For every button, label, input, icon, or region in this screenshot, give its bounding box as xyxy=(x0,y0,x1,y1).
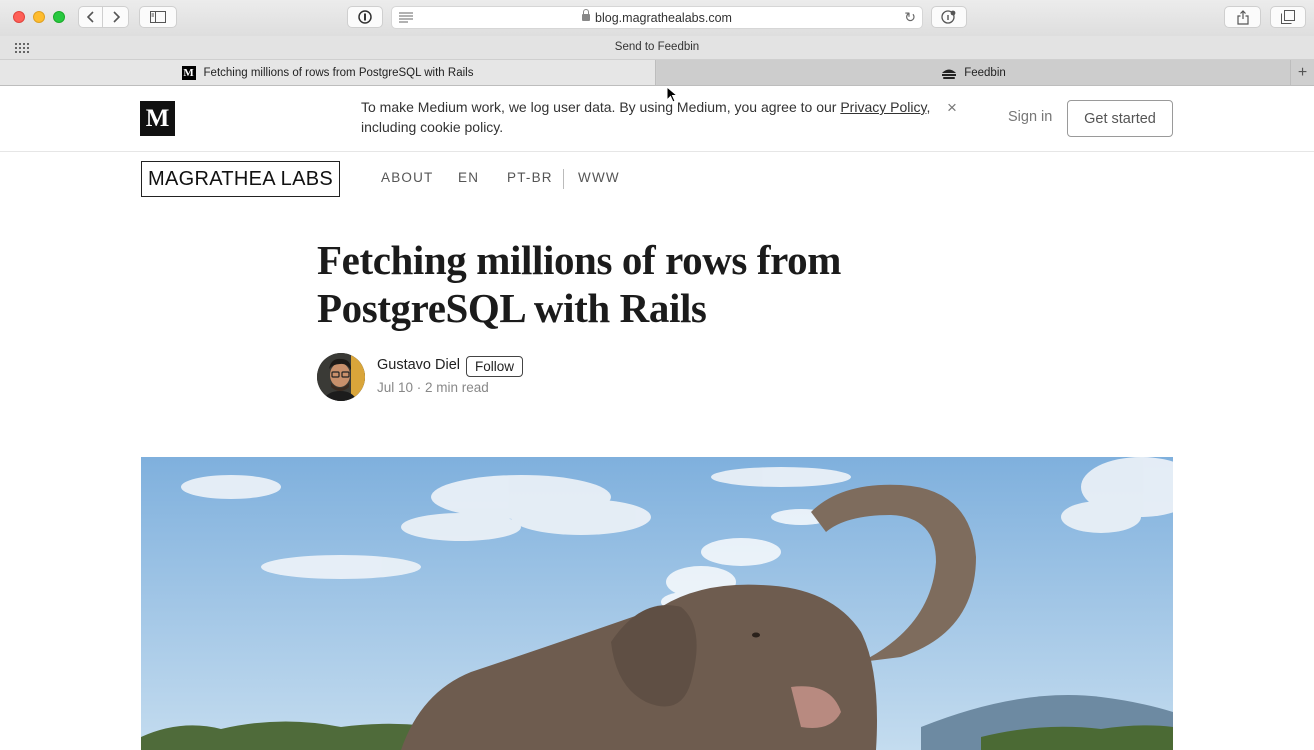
tab-overview-button[interactable] xyxy=(1270,6,1306,28)
nav-www[interactable]: WWW xyxy=(578,170,620,185)
tab-bar: M Fetching millions of rows from Postgre… xyxy=(0,60,1314,86)
follow-button[interactable]: Follow xyxy=(466,356,523,377)
chevron-left-icon xyxy=(86,11,94,23)
article-meta: Jul 10 · 2 min read xyxy=(377,380,489,395)
author-name[interactable]: Gustavo Diel xyxy=(377,357,460,373)
address-bar[interactable]: blog.magrathealabs.com ↻ xyxy=(391,6,923,29)
hero-image xyxy=(141,457,1173,750)
get-started-button[interactable]: Get started xyxy=(1067,100,1173,137)
medium-favicon-icon: M xyxy=(181,65,196,80)
url-text: blog.magrathealabs.com xyxy=(595,11,732,25)
sidebar-toggle-button[interactable] xyxy=(139,6,177,28)
publication-logo[interactable]: MAGRATHEA LABS xyxy=(141,161,340,197)
chevron-right-icon xyxy=(112,11,120,23)
title-line-1: Fetching millions of rows from xyxy=(317,237,842,283)
nav-pt-br[interactable]: PT-BR xyxy=(507,170,553,185)
window-minimize-button[interactable] xyxy=(33,11,45,23)
lock-icon xyxy=(582,9,591,21)
cookie-notice: To make Medium work, we log user data. B… xyxy=(361,97,941,137)
notice-line2: including cookie policy. xyxy=(361,119,504,135)
forward-button[interactable] xyxy=(103,6,129,28)
tab-feedbin[interactable]: Feedbin xyxy=(657,60,1290,85)
back-button[interactable] xyxy=(78,6,103,28)
tab-article[interactable]: M Fetching millions of rows from Postgre… xyxy=(0,60,656,85)
password-manager-button[interactable] xyxy=(347,6,383,28)
privacy-policy-link[interactable]: Privacy Policy xyxy=(840,99,926,115)
tab-overview-icon xyxy=(1281,10,1295,24)
notice-text: To make Medium work, we log user data. B… xyxy=(361,99,841,115)
author-photo xyxy=(317,353,365,401)
medium-logo[interactable]: M xyxy=(140,101,175,136)
reload-icon[interactable]: ↻ xyxy=(904,9,916,26)
title-line-2: PostgreSQL with Rails xyxy=(317,285,707,331)
password-manager-icon xyxy=(358,10,372,24)
extension-icon xyxy=(941,10,956,24)
mouse-cursor-icon xyxy=(666,86,678,103)
sidebar-icon xyxy=(150,11,166,23)
tab-title: Feedbin xyxy=(964,66,1006,79)
article-title: Fetching millions of rows from PostgreSQ… xyxy=(317,236,937,332)
nav-divider xyxy=(563,169,564,189)
nav-about[interactable]: ABOUT xyxy=(381,170,434,185)
window-maximize-button[interactable] xyxy=(53,11,65,23)
share-button[interactable] xyxy=(1224,6,1261,28)
favorite-send-to-feedbin[interactable]: Send to Feedbin xyxy=(0,41,1314,53)
browser-toolbar: blog.magrathealabs.com ↻ xyxy=(0,0,1314,36)
feedbin-favicon-icon xyxy=(942,69,957,79)
favorites-bar: Send to Feedbin xyxy=(0,36,1314,60)
extension-button[interactable] xyxy=(931,6,967,28)
share-icon xyxy=(1236,9,1249,25)
notice-tail: , xyxy=(926,99,931,115)
tab-title: Fetching millions of rows from PostgreSQ… xyxy=(203,66,474,79)
new-tab-button[interactable]: + xyxy=(1290,60,1314,85)
nav-en[interactable]: EN xyxy=(458,170,479,185)
sign-in-link[interactable]: Sign in xyxy=(1008,109,1052,125)
close-icon[interactable]: × xyxy=(947,98,957,118)
window-close-button[interactable] xyxy=(13,11,25,23)
elephant-photo xyxy=(141,457,1173,750)
url-display: blog.magrathealabs.com xyxy=(392,9,922,25)
avatar[interactable] xyxy=(317,353,365,401)
medium-header: M To make Medium work, we log user data.… xyxy=(0,86,1314,152)
